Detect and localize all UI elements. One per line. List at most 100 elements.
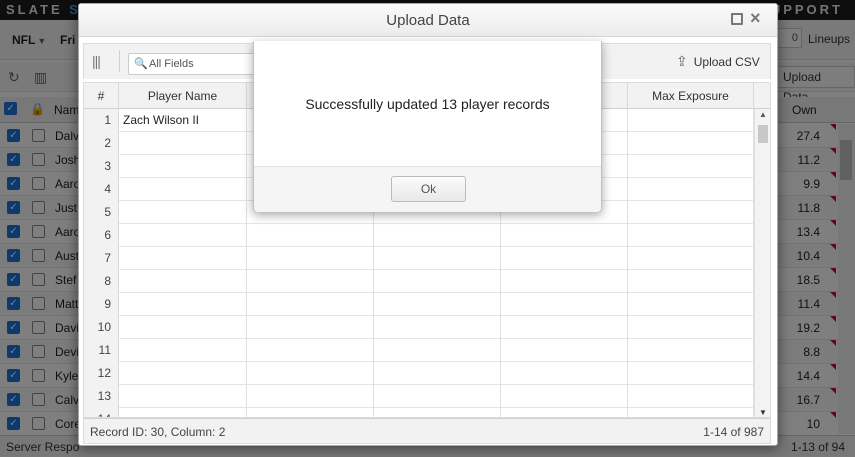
- grid-cell[interactable]: [247, 385, 374, 408]
- table-row[interactable]: 11: [84, 339, 754, 362]
- grid-cell[interactable]: [628, 385, 754, 408]
- grid-cell[interactable]: [374, 270, 501, 293]
- row-number: 13: [84, 385, 119, 408]
- grid-cell[interactable]: [501, 270, 628, 293]
- row-number: 9: [84, 293, 119, 316]
- grid-cell[interactable]: [247, 293, 374, 316]
- row-number: 4: [84, 178, 119, 201]
- grid-cell[interactable]: [501, 385, 628, 408]
- grid-cell[interactable]: [628, 224, 754, 247]
- column-player-name[interactable]: Player Name: [119, 83, 247, 109]
- grid-cell[interactable]: [501, 408, 628, 417]
- column-max-exposure[interactable]: Max Exposure: [628, 83, 754, 109]
- upload-grid-scrollbar[interactable]: ▲ ▼: [754, 109, 770, 417]
- grid-cell[interactable]: [374, 408, 501, 417]
- row-number: 3: [84, 155, 119, 178]
- row-number: 7: [84, 247, 119, 270]
- grid-cell[interactable]: [628, 408, 754, 417]
- grid-cell[interactable]: [628, 362, 754, 385]
- row-number: 5: [84, 201, 119, 224]
- grid-cell[interactable]: [628, 293, 754, 316]
- grid-cell[interactable]: [628, 109, 754, 132]
- grid-cell[interactable]: [247, 270, 374, 293]
- upload-status-bar: Record ID: 30, Column: 2 1-14 of 987: [83, 418, 771, 444]
- upload-csv-label: Upload CSV: [693, 55, 760, 69]
- row-number: 1: [84, 109, 119, 132]
- ok-button[interactable]: Ok: [391, 176, 466, 202]
- grid-cell[interactable]: [247, 362, 374, 385]
- grid-cell[interactable]: [247, 247, 374, 270]
- scroll-thumb[interactable]: [758, 125, 768, 143]
- grid-cell[interactable]: [374, 247, 501, 270]
- search-input[interactable]: 🔍 All Fields: [128, 53, 268, 75]
- grid-cell[interactable]: [628, 178, 754, 201]
- row-number: 14: [84, 408, 119, 417]
- grid-cell[interactable]: [628, 339, 754, 362]
- row-number: 8: [84, 270, 119, 293]
- grid-cell[interactable]: [247, 316, 374, 339]
- window-title: Upload Data: [79, 4, 777, 37]
- table-row[interactable]: 13: [84, 385, 754, 408]
- grid-cell[interactable]: [374, 339, 501, 362]
- popup-footer: Ok: [254, 166, 601, 212]
- row-number: 12: [84, 362, 119, 385]
- grid-cell[interactable]: [119, 408, 247, 417]
- grid-cell[interactable]: [119, 132, 247, 155]
- row-number: 6: [84, 224, 119, 247]
- grid-cell[interactable]: [374, 316, 501, 339]
- grid-cell[interactable]: [501, 293, 628, 316]
- grid-cell[interactable]: [501, 339, 628, 362]
- close-icon[interactable]: ×: [750, 8, 761, 28]
- grid-cell[interactable]: [374, 224, 501, 247]
- grid-cell[interactable]: [247, 224, 374, 247]
- grid-cell[interactable]: [628, 316, 754, 339]
- search-icon: 🔍: [134, 58, 148, 70]
- grid-cell[interactable]: [247, 339, 374, 362]
- grid-cell[interactable]: [119, 201, 247, 224]
- grid-cell[interactable]: [119, 178, 247, 201]
- upload-csv-button[interactable]: ⇪ Upload CSV: [676, 53, 760, 70]
- grid-cell[interactable]: [119, 316, 247, 339]
- table-row[interactable]: 8: [84, 270, 754, 293]
- record-id-text: Record ID: 30, Column: 2: [90, 425, 226, 439]
- table-row[interactable]: 9: [84, 293, 754, 316]
- grid-cell[interactable]: [374, 293, 501, 316]
- scroll-down-icon[interactable]: ▼: [759, 408, 767, 417]
- grid-cell[interactable]: [119, 224, 247, 247]
- grid-cell[interactable]: [501, 316, 628, 339]
- success-popup: Successfully updated 13 player records O…: [253, 41, 602, 212]
- grid-cell[interactable]: [628, 201, 754, 224]
- grid-cell[interactable]: [119, 339, 247, 362]
- grid-cell[interactable]: [119, 247, 247, 270]
- column-rownum: #: [84, 83, 119, 109]
- grid-cell[interactable]: [247, 408, 374, 417]
- table-row[interactable]: 6: [84, 224, 754, 247]
- row-number: 2: [84, 132, 119, 155]
- grid-cell[interactable]: [119, 155, 247, 178]
- grid-cell[interactable]: [628, 270, 754, 293]
- table-row[interactable]: 12: [84, 362, 754, 385]
- table-row[interactable]: 14: [84, 408, 754, 417]
- grid-cell[interactable]: [119, 385, 247, 408]
- grid-cell[interactable]: [119, 293, 247, 316]
- grid-cell[interactable]: [628, 247, 754, 270]
- scroll-up-icon[interactable]: ▲: [759, 110, 767, 119]
- record-range: 1-14 of 987: [703, 425, 764, 439]
- grid-cell[interactable]: [501, 224, 628, 247]
- upload-icon: ⇪: [676, 53, 688, 69]
- grid-cell[interactable]: [374, 362, 501, 385]
- grid-cell[interactable]: Zach Wilson II: [119, 109, 247, 132]
- grid-cell[interactable]: [501, 247, 628, 270]
- maximize-icon[interactable]: [731, 13, 743, 25]
- grid-cell[interactable]: [628, 132, 754, 155]
- row-number: 10: [84, 316, 119, 339]
- grid-cell[interactable]: [628, 155, 754, 178]
- grid-cell[interactable]: [119, 270, 247, 293]
- columns-icon[interactable]: |||: [92, 53, 101, 69]
- table-row[interactable]: 7: [84, 247, 754, 270]
- table-row[interactable]: 10: [84, 316, 754, 339]
- popup-message: Successfully updated 13 player records: [305, 96, 550, 112]
- grid-cell[interactable]: [119, 362, 247, 385]
- grid-cell[interactable]: [501, 362, 628, 385]
- grid-cell[interactable]: [374, 385, 501, 408]
